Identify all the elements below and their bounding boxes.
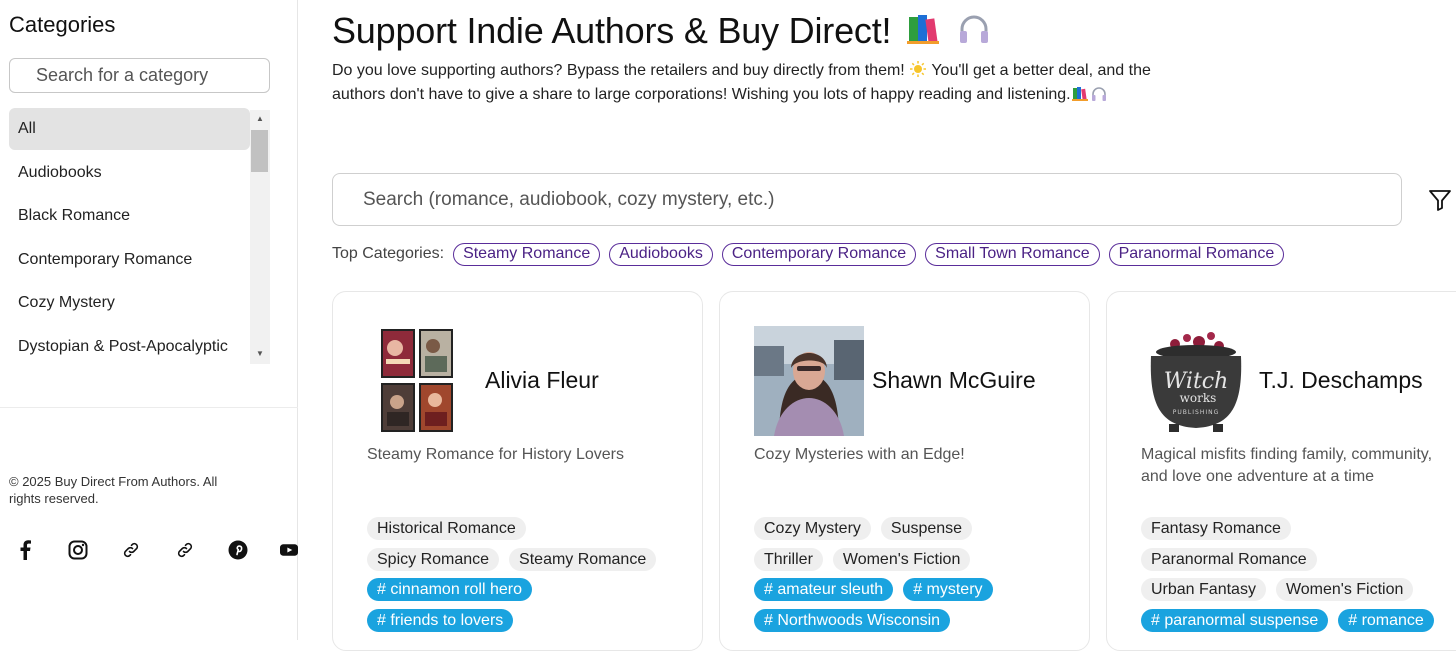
page-title-text: Support Indie Authors & Buy Direct! xyxy=(332,10,892,51)
sidebar-title: Categories xyxy=(9,12,116,37)
author-tagline: Magical misfits finding family, communit… xyxy=(1141,446,1433,485)
author-name[interactable]: Shawn McGuire xyxy=(872,367,1036,394)
sidebar-divider xyxy=(0,407,298,408)
top-categories-label: Top Categories: xyxy=(332,245,445,262)
intro-text: Do you love supporting authors? Bypass t… xyxy=(332,60,1172,108)
headphones-icon xyxy=(957,12,991,54)
genre-tag[interactable]: Thriller xyxy=(754,547,823,571)
author-search-input[interactable] xyxy=(332,173,1402,226)
category-list: All Audiobooks Black Romance Contemporar… xyxy=(9,108,270,364)
author-card[interactable]: Witch works PUBLISHING T.J. Deschamps Ma… xyxy=(1106,291,1456,651)
genre-tag[interactable]: Urban Fantasy xyxy=(1141,578,1266,601)
scroll-down-arrow-icon[interactable]: ▼ xyxy=(250,347,270,361)
author-name[interactable]: T.J. Deschamps xyxy=(1259,367,1423,394)
headphones-icon xyxy=(1091,86,1107,108)
social-links xyxy=(14,538,298,564)
author-tags: Fantasy Romance Paranormal Romance Urban… xyxy=(1141,517,1456,639)
genre-tag[interactable]: Cozy Mystery xyxy=(754,517,871,540)
author-photo[interactable] xyxy=(754,326,864,436)
scroll-thumb[interactable] xyxy=(251,130,268,172)
genre-tag[interactable]: Steamy Romance xyxy=(509,547,657,571)
category-item-dystopian[interactable]: Dystopian & Post-Apocalyptic xyxy=(9,326,250,365)
author-card[interactable]: Shawn McGuire Cozy Mysteries with an Edg… xyxy=(719,291,1090,651)
top-categories: Top Categories: Steamy Romance Audiobook… xyxy=(332,242,1293,266)
hashtag-tag[interactable]: # mystery xyxy=(903,578,993,601)
author-name[interactable]: Alivia Fleur xyxy=(485,367,599,394)
author-card[interactable]: Alivia Fleur Steamy Romance for History … xyxy=(332,291,703,651)
top-category-small-town-romance[interactable]: Small Town Romance xyxy=(925,242,1100,266)
top-category-contemporary-romance[interactable]: Contemporary Romance xyxy=(721,242,917,266)
hashtag-tag[interactable]: # cinnamon roll hero xyxy=(367,578,532,601)
intro-part-1: Do you love supporting authors? Bypass t… xyxy=(332,62,910,79)
link-icon[interactable] xyxy=(120,538,142,562)
hashtag-tag[interactable]: # paranormal suspense xyxy=(1141,608,1329,632)
page-title: Support Indie Authors & Buy Direct! xyxy=(332,10,991,54)
scroll-up-arrow-icon[interactable]: ▲ xyxy=(250,112,270,126)
facebook-icon[interactable] xyxy=(14,538,36,562)
genre-tag[interactable]: Paranormal Romance xyxy=(1141,547,1317,571)
genre-tag[interactable]: Women's Fiction xyxy=(832,547,971,571)
genre-tag[interactable]: Fantasy Romance xyxy=(1141,517,1291,540)
author-tagline: Steamy Romance for History Lovers xyxy=(367,446,624,463)
copyright-text: © 2025 Buy Direct From Authors. All righ… xyxy=(9,474,218,506)
top-category-paranormal-romance[interactable]: Paranormal Romance xyxy=(1108,242,1285,266)
top-category-steamy-romance[interactable]: Steamy Romance xyxy=(453,242,601,266)
category-item-cozy-mystery[interactable]: Cozy Mystery xyxy=(9,282,250,324)
instagram-icon[interactable] xyxy=(67,538,89,562)
youtube-icon[interactable] xyxy=(280,538,298,562)
link-icon[interactable] xyxy=(174,538,196,562)
category-item-all[interactable]: All xyxy=(9,108,250,150)
genre-tag[interactable]: Women's Fiction xyxy=(1275,578,1414,601)
top-category-audiobooks[interactable]: Audiobooks xyxy=(609,242,713,266)
hashtag-tag[interactable]: # amateur sleuth xyxy=(754,578,894,601)
category-item-contemporary-romance[interactable]: Contemporary Romance xyxy=(9,239,250,281)
genre-tag[interactable]: Spicy Romance xyxy=(367,547,500,571)
svg-text:PUBLISHING: PUBLISHING xyxy=(1173,409,1219,416)
hashtag-tag[interactable]: # romance xyxy=(1338,608,1434,632)
main-content: Support Indie Authors & Buy Direct! Do y… xyxy=(332,0,1456,651)
category-search-input[interactable] xyxy=(9,58,270,93)
author-tagline: Cozy Mysteries with an Edge! xyxy=(754,446,965,463)
svg-text:works: works xyxy=(1180,391,1217,405)
author-tags: Historical Romance Spicy Romance Steamy R… xyxy=(367,517,697,639)
sun-icon xyxy=(910,61,927,84)
categories-sidebar: Categories All Audiobooks Black Romance … xyxy=(0,0,298,640)
hashtag-tag[interactable]: # Northwoods Wisconsin xyxy=(754,608,951,632)
genre-tag[interactable]: Suspense xyxy=(880,517,973,540)
hashtag-tag[interactable]: # friends to lovers xyxy=(367,608,514,632)
books-icon xyxy=(1071,86,1089,108)
genre-tag[interactable]: Historical Romance xyxy=(367,517,526,540)
books-icon xyxy=(907,12,941,54)
witchworks-logo[interactable]: Witch works PUBLISHING xyxy=(1141,326,1251,436)
filter-icon[interactable] xyxy=(1426,186,1454,214)
category-item-audiobooks[interactable]: Audiobooks xyxy=(9,152,250,194)
category-list-scrollbar[interactable]: ▲ ▼ xyxy=(250,110,270,364)
category-item-black-romance[interactable]: Black Romance xyxy=(9,195,250,237)
author-tags: Cozy Mystery Suspense Thriller Women's Fic… xyxy=(754,517,1084,639)
author-book-covers[interactable] xyxy=(367,326,477,436)
pinterest-icon[interactable] xyxy=(227,538,249,562)
